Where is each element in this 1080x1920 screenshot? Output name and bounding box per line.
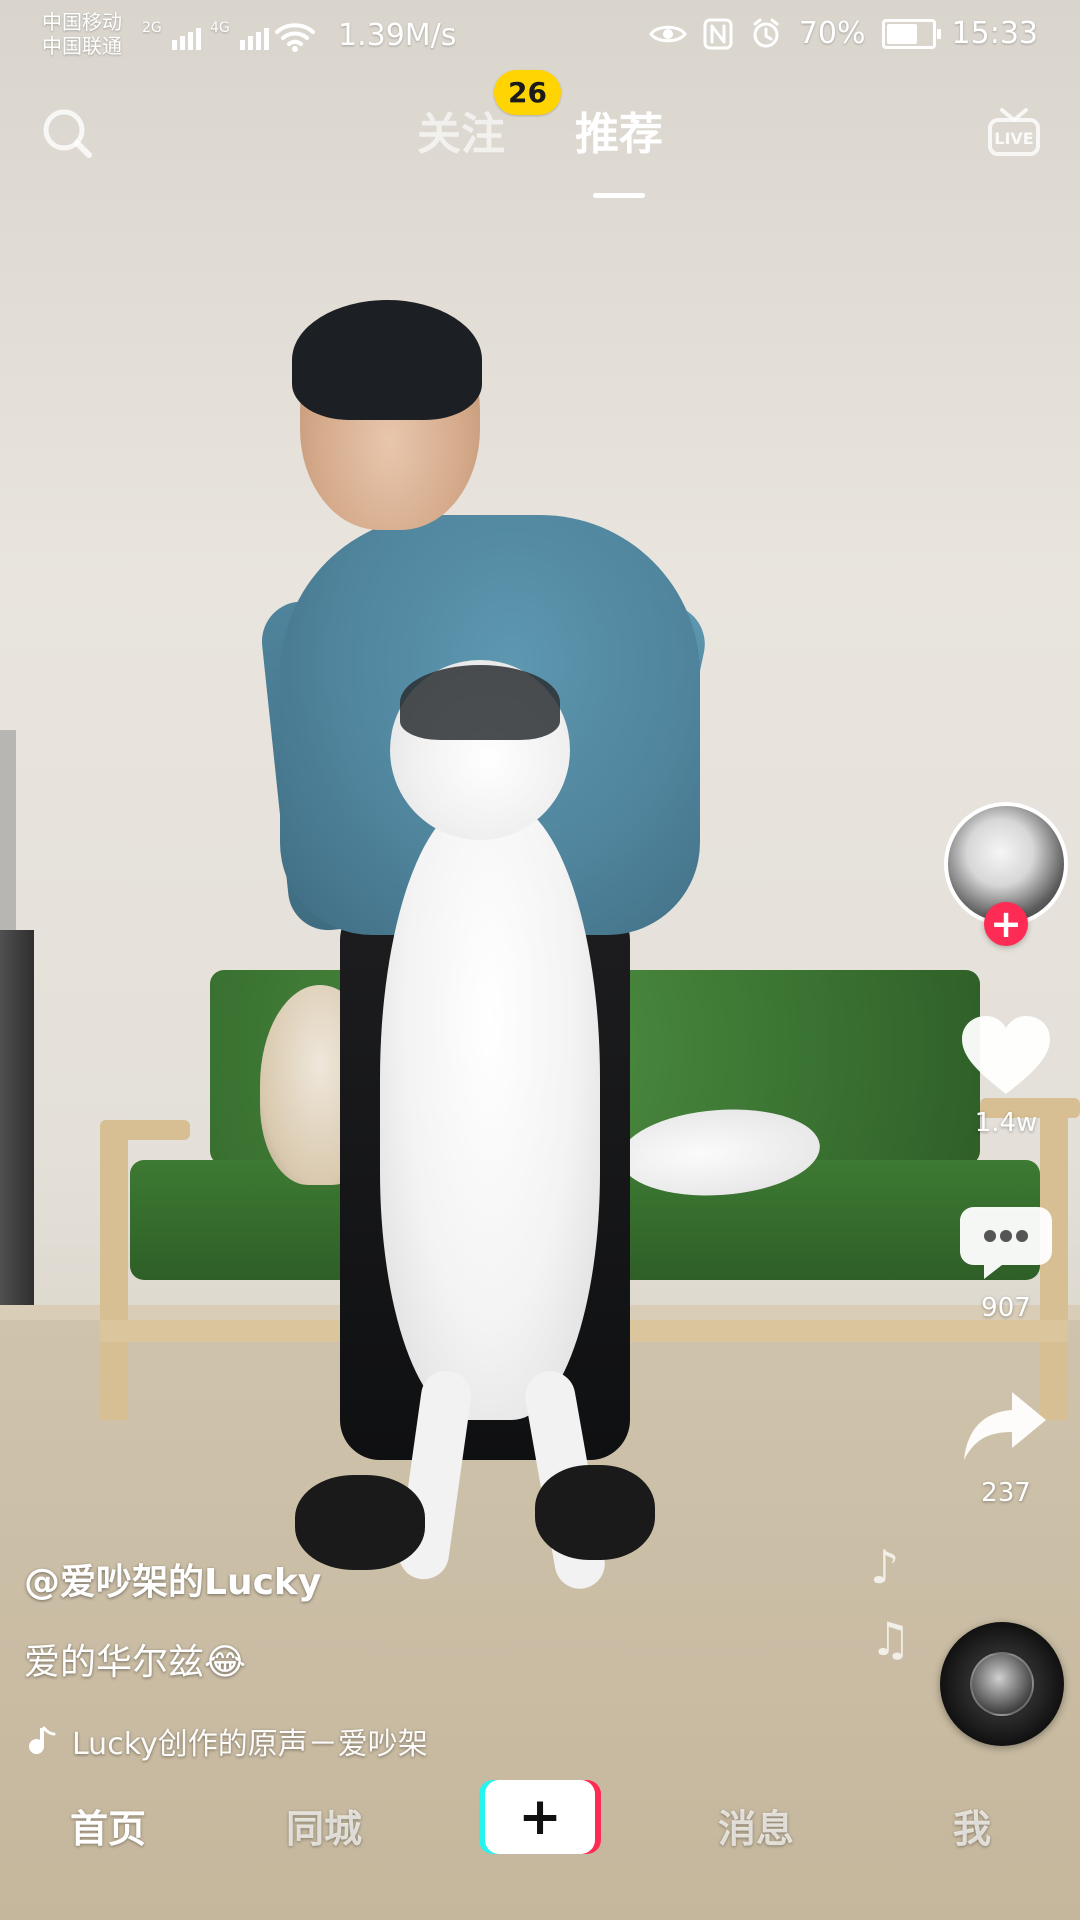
battery-icon <box>881 18 941 49</box>
follow-plus-button[interactable]: + <box>984 902 1028 946</box>
husky-mask <box>400 665 560 740</box>
battery-fill <box>886 23 918 44</box>
signal-icon: 2G <box>142 20 201 50</box>
music-text: Lucky创作的原声－爱吵架 <box>72 1727 428 1762</box>
nav-me[interactable]: 我 <box>953 1798 991 1853</box>
live-label: LIVE <box>994 129 1033 148</box>
note-icon-2: ♫ <box>870 1612 912 1666</box>
following-badge: 26 <box>494 70 561 115</box>
tab-recommended[interactable]: 推荐 <box>575 98 663 198</box>
nav-nearby[interactable]: 同城 <box>286 1798 362 1853</box>
husky-body <box>380 800 600 1420</box>
fridge <box>0 930 34 1370</box>
heart-icon <box>962 1016 1050 1094</box>
music-record-thumb <box>970 1652 1034 1716</box>
wifi-icon <box>275 23 315 52</box>
tab-following[interactable]: 关注 26 <box>417 70 561 188</box>
share-count: 237 <box>981 1478 1031 1508</box>
nfc-icon <box>703 18 733 49</box>
live-icon[interactable]: LIVE <box>984 100 1044 160</box>
nav-messages[interactable]: 消息 <box>718 1798 794 1853</box>
sofa-arm-left <box>100 1130 128 1420</box>
carrier-text: 中国移动 中国联通 <box>42 10 122 58</box>
bottom-nav: 首页 同城 + 消息 我 <box>0 1760 1080 1920</box>
create-plus: + <box>518 1787 562 1847</box>
music-row[interactable]: Lucky创作的原声－爱吵架 <box>24 1719 844 1763</box>
note-icon-1: ♪ <box>870 1540 900 1594</box>
fridge-edge <box>0 730 16 930</box>
creator-avatar-wrap[interactable]: + <box>944 802 1068 946</box>
top-nav: 关注 26 推荐 LIVE <box>0 70 1080 198</box>
alarm-icon <box>753 18 779 47</box>
network-speed: 1.39M/s <box>338 18 457 53</box>
slipper-right <box>535 1465 655 1560</box>
music-record[interactable] <box>940 1622 1064 1746</box>
like-button[interactable]: 1.4w <box>944 1012 1068 1138</box>
share-icon <box>964 1392 1046 1460</box>
carrier-top: 中国移动 <box>42 10 122 34</box>
status-right: 70% 15:33 <box>649 16 1038 51</box>
like-count: 1.4w <box>974 1108 1038 1138</box>
eye-icon <box>649 25 687 42</box>
create-button[interactable]: + <box>485 1780 595 1854</box>
net-tag-4g: 4G <box>210 20 230 36</box>
comment-count: 907 <box>981 1293 1031 1323</box>
floating-notes: ♪ ♫ <box>870 1540 950 1666</box>
video-description: 爱的华尔兹😂 <box>24 1642 247 1683</box>
share-button[interactable]: 237 <box>944 1382 1068 1508</box>
tab-active-indicator <box>593 193 645 198</box>
video-caption: @爱吵架的Lucky 爱的华尔兹😂 Lucky创作的原声－爱吵架 <box>24 1553 844 1763</box>
clock-time: 15:33 <box>951 16 1038 51</box>
net-tag-2g: 2G <box>142 20 162 36</box>
signal-icon: 4G <box>210 20 269 50</box>
nav-home[interactable]: 首页 <box>70 1798 146 1853</box>
tab-recommended-label: 推荐 <box>575 109 663 160</box>
status-bar: 中国移动 中国联通 2G 4G 1.39M/s 70% 15:33 <box>0 0 1080 80</box>
creator-username[interactable]: @爱吵架的Lucky <box>24 1553 844 1605</box>
carrier-bottom: 中国联通 <box>42 34 122 58</box>
battery-percent: 70% <box>798 16 866 51</box>
screen: 中国移动 中国联通 2G 4G 1.39M/s 70% 15:33 关注 26 … <box>0 0 1080 1920</box>
music-note-icon <box>29 1726 56 1755</box>
comment-button[interactable]: 907 <box>944 1197 1068 1323</box>
tab-following-label: 关注 <box>417 109 505 160</box>
feed-tabs: 关注 26 推荐 <box>0 70 1080 198</box>
person-hair <box>292 300 482 420</box>
comment-icon <box>960 1207 1052 1279</box>
